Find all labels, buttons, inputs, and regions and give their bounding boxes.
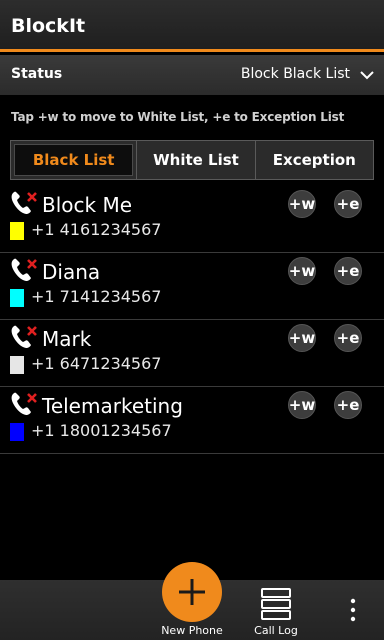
title-bar: BlockIt bbox=[0, 0, 384, 52]
call-log-label: Call Log bbox=[254, 624, 298, 637]
move-to-white-list-button[interactable]: +w bbox=[288, 257, 316, 285]
blocked-phone-icon bbox=[11, 392, 37, 415]
plus-icon bbox=[179, 579, 205, 605]
move-to-white-list-button[interactable]: +w bbox=[288, 324, 316, 352]
blocked-phone-icon bbox=[11, 191, 37, 214]
status-value: Block Black List bbox=[240, 66, 350, 82]
new-phone-button[interactable] bbox=[162, 562, 222, 622]
status-dropdown[interactable]: Status Block Black List bbox=[0, 55, 384, 95]
new-phone-label: New Phone bbox=[161, 624, 223, 637]
instruction-hint: Tap +w to move to White List, +e to Exce… bbox=[11, 110, 345, 124]
color-swatch bbox=[10, 289, 24, 307]
contact-number: +1 4161234567 bbox=[31, 220, 162, 239]
color-swatch bbox=[10, 222, 24, 240]
app-title: BlockIt bbox=[11, 15, 86, 37]
contact-number: +1 7141234567 bbox=[31, 287, 162, 306]
list-tabs: Black List White List Exception bbox=[10, 140, 374, 180]
list-item[interactable]: Block Me +1 4161234567 +w +e bbox=[0, 186, 384, 253]
tab-black-list[interactable]: Black List bbox=[14, 144, 134, 176]
contact-name: Telemarketing bbox=[42, 394, 183, 418]
move-to-white-list-button[interactable]: +w bbox=[288, 391, 316, 419]
list-item[interactable]: Mark +1 6471234567 +w +e bbox=[0, 320, 384, 387]
move-to-exception-button[interactable]: +e bbox=[334, 190, 362, 218]
contact-name: Diana bbox=[42, 260, 101, 284]
color-swatch bbox=[10, 423, 24, 441]
tab-white-list[interactable]: White List bbox=[136, 141, 254, 179]
blocked-phone-icon bbox=[11, 325, 37, 348]
color-swatch bbox=[10, 356, 24, 374]
move-to-exception-button[interactable]: +e bbox=[334, 324, 362, 352]
contact-name: Mark bbox=[42, 327, 92, 351]
contact-list: Block Me +1 4161234567 +w +e Diana +1 71… bbox=[0, 186, 384, 454]
contact-name: Block Me bbox=[42, 193, 133, 217]
call-log-icon[interactable] bbox=[256, 587, 296, 621]
move-to-exception-button[interactable]: +e bbox=[334, 391, 362, 419]
status-label: Status bbox=[11, 66, 63, 82]
tab-exception[interactable]: Exception bbox=[254, 141, 373, 179]
contact-number: +1 18001234567 bbox=[31, 421, 172, 440]
move-to-white-list-button[interactable]: +w bbox=[288, 190, 316, 218]
chevron-down-icon bbox=[360, 71, 374, 80]
blocked-phone-icon bbox=[11, 258, 37, 281]
more-menu-icon[interactable] bbox=[348, 598, 358, 622]
accent-line bbox=[0, 49, 384, 52]
contact-number: +1 6471234567 bbox=[31, 354, 162, 373]
move-to-exception-button[interactable]: +e bbox=[334, 257, 362, 285]
list-item[interactable]: Diana +1 7141234567 +w +e bbox=[0, 253, 384, 320]
list-item[interactable]: Telemarketing +1 18001234567 +w +e bbox=[0, 387, 384, 454]
